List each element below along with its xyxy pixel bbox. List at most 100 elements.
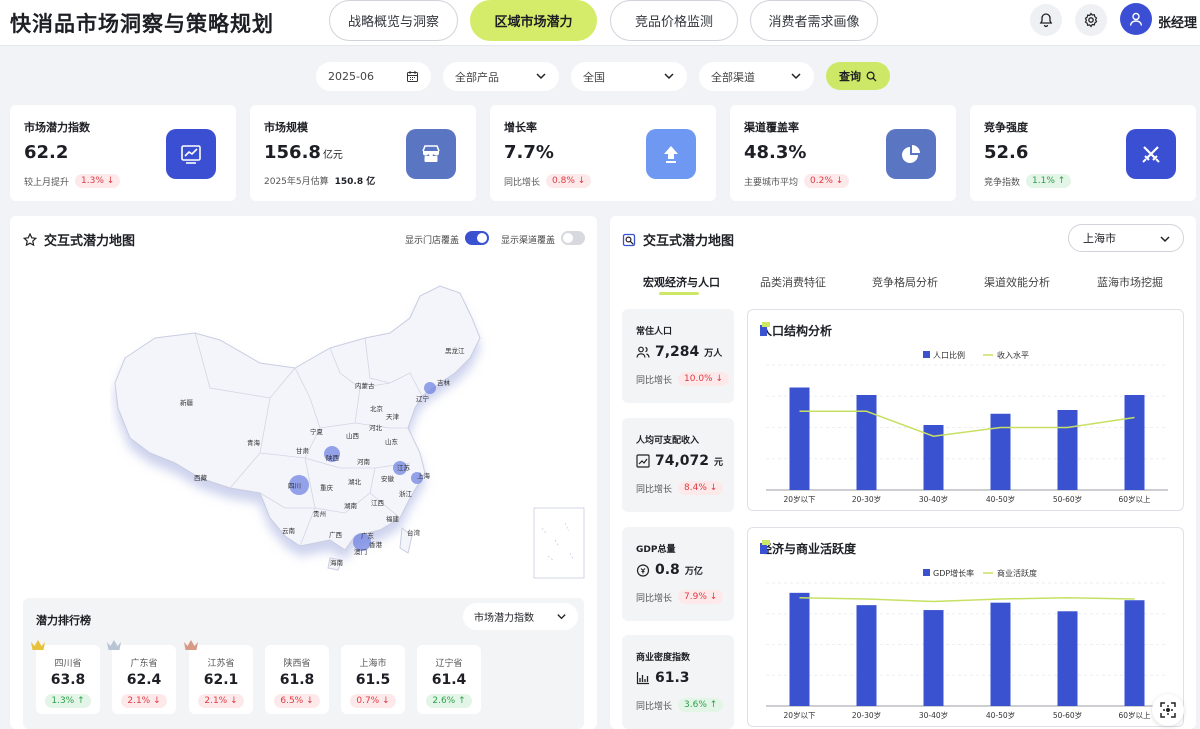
ranking-score: 62.1 — [203, 672, 239, 688]
date-picker[interactable]: 2025-06 — [316, 62, 431, 91]
ranking-card[interactable]: 江苏省 62.1 2.1% ↓ — [184, 640, 253, 714]
store-coverage-toggle[interactable] — [465, 231, 489, 245]
ranking-badge: 6.5% ↓ — [274, 694, 320, 708]
ranking-card[interactable]: 上海市 61.5 0.7% ↓ — [341, 645, 405, 714]
ranking-card[interactable]: 陕西省 61.8 6.5% ↓ — [265, 645, 329, 714]
change-badge: 10.0% ↓ — [678, 372, 730, 386]
ranking-province: 四川省 — [54, 659, 82, 669]
app-title: 快消品市场洞察与策略规划 — [10, 12, 274, 36]
china-map[interactable]: 黑龙江 吉林 辽宁 内蒙古 北京 天津 河北 山西 山东 新疆 宁夏 甘肃 青海… — [110, 278, 590, 583]
query-button[interactable]: 查询 — [826, 62, 890, 90]
province-label: 天津 — [386, 413, 400, 421]
province-label: 海南 — [330, 558, 344, 567]
x-tick-label: 20-30岁 — [852, 710, 881, 720]
province-label: 内蒙古 — [355, 381, 375, 390]
bar-mark — [923, 610, 944, 706]
change-badge: 1.1% ↑ — [1026, 174, 1072, 188]
channel-select-value: 全部渠道 — [711, 70, 755, 84]
metric-card-population: 常住人口 7,284 万人 同比增长 10.0% ↓ — [622, 309, 734, 403]
metric-card-income: 人均可支配收入 74,072 元 同比增长 8.4% ↓ — [622, 418, 734, 512]
region-select[interactable]: 全国 — [571, 62, 687, 91]
product-select-value: 全部产品 — [455, 70, 499, 84]
screenshot-float-button[interactable] — [1152, 694, 1184, 726]
x-tick-label: 40-50岁 — [986, 494, 1015, 504]
map-landmass — [114, 285, 481, 551]
ranking-card[interactable]: 辽宁省 61.4 2.6% ↑ — [417, 645, 481, 714]
map-panel-title: 交互式潜力地图 — [23, 230, 135, 249]
ranking-card[interactable]: 广东省 62.4 2.1% ↓ — [107, 640, 176, 714]
potential-bubble-liaoning[interactable] — [424, 382, 436, 394]
ranking-badge: 1.3% ↑ — [45, 694, 91, 708]
nav-tab-consumer-profile[interactable]: 消费者需求画像 — [750, 0, 878, 41]
legend-label: 人口比例 — [933, 350, 965, 360]
ranking-badge: 2.1% ↓ — [198, 694, 244, 708]
tab-category-consumption[interactable]: 品类消费特征 — [760, 274, 826, 290]
city-select[interactable]: 上海市 — [1068, 224, 1184, 252]
search-icon — [866, 71, 877, 81]
province-label: 重庆 — [320, 483, 334, 492]
tab-blue-ocean[interactable]: 蓝海市场挖掘 — [1097, 274, 1163, 290]
avatar[interactable] — [1120, 3, 1152, 35]
bar-mark — [1057, 410, 1078, 490]
store-icon — [406, 129, 456, 179]
kpi-sub: 2025年5月估算 150.8 亿 — [264, 174, 375, 187]
metric-card-gdp: GDP总量 0.8 万亿 同比增长 7.9% ↓ — [622, 527, 734, 621]
province-label: 贵州 — [313, 509, 326, 518]
nav-tab-strategy-overview[interactable]: 战略概览与洞察 — [329, 0, 458, 41]
crown-silver-icon — [107, 640, 121, 650]
kpi-unit: 亿元 — [322, 150, 343, 161]
chevron-down-icon — [536, 73, 546, 80]
ranking-score: 61.4 — [431, 672, 467, 688]
people-icon — [636, 346, 650, 358]
gear-icon[interactable] — [1075, 4, 1107, 36]
province-label: 湖北 — [348, 477, 362, 486]
change-badge: 3.6% ↑ — [678, 698, 724, 712]
province-label: 甘肃 — [296, 446, 310, 455]
nav-tab-price-monitoring[interactable]: 竞品价格监测 — [610, 0, 738, 41]
metric-sub: 同比增长 8.4% ↓ — [636, 481, 724, 495]
kpi-value: 48.3% — [744, 142, 807, 163]
change-badge: 1.3% ↓ — [75, 174, 121, 188]
bar-mark — [856, 395, 877, 490]
tab-channel-efficiency[interactable]: 渠道效能分析 — [984, 274, 1050, 290]
bell-icon[interactable] — [1030, 4, 1062, 36]
chart-line-icon — [636, 454, 650, 468]
ranking-score: 61.8 — [279, 672, 315, 688]
tab-competition[interactable]: 竞争格局分析 — [872, 274, 938, 290]
detail-panel-title: 交互式潜力地图 — [622, 230, 734, 249]
kpi-card-market-potential: 市场潜力指数 62.2 较上月提升 1.3% ↓ — [10, 105, 236, 201]
user-name[interactable]: 张经理 — [1158, 12, 1197, 31]
province-label: 江苏 — [397, 463, 411, 472]
scan-icon — [1160, 702, 1176, 718]
nav-tab-regional-potential[interactable]: 区域市场潜力 — [470, 0, 597, 41]
x-tick-label: 60岁以上 — [1118, 494, 1151, 504]
ranking-card[interactable]: 四川省 63.8 1.3% ↑ — [31, 640, 100, 714]
x-tick-label: 20岁以下 — [783, 494, 816, 504]
change-badge: 7.9% ↓ — [678, 590, 724, 604]
kpi-sub: 同比增长 0.8% ↓ — [504, 174, 592, 188]
province-label: 云南 — [282, 526, 296, 535]
ranking-province: 辽宁省 — [435, 659, 463, 669]
product-select[interactable]: 全部产品 — [443, 62, 559, 91]
metric-sub: 同比增长 10.0% ↓ — [636, 372, 730, 386]
province-label: 福建 — [386, 514, 400, 523]
change-badge: 8.4% ↓ — [678, 481, 724, 495]
bar-icon — [636, 672, 649, 685]
ranking-select-value: 市场潜力指数 — [474, 613, 534, 624]
kpi-sub: 较上月提升 1.3% ↓ — [24, 174, 121, 188]
x-tick-label: 30-40岁 — [919, 710, 948, 720]
line-series — [799, 597, 1135, 603]
ranking-metric-select[interactable]: 市场潜力指数 — [463, 603, 578, 630]
potential-ranking: 潜力排行榜 市场潜力指数 四川省 63.8 1.3% ↑ 广东省 62.4 2.… — [23, 598, 584, 729]
kpi-value: 62.2 — [24, 142, 69, 163]
metric-title: GDP总量 — [636, 545, 676, 555]
bar-mark — [789, 387, 810, 490]
bar-mark — [1124, 395, 1145, 490]
channel-select[interactable]: 全部渠道 — [699, 62, 814, 91]
kpi-title: 市场规模 — [264, 121, 308, 134]
channel-coverage-toggle[interactable] — [561, 231, 585, 245]
economic-activity-chart: 经济与商业活跃度 GDP增长率 商业活跃度 20岁以下 20-30岁 30-40岁 40-… — [747, 527, 1184, 727]
tab-macro-economy[interactable]: 宏观经济与人口 — [643, 274, 720, 290]
kpi-title: 渠道覆盖率 — [744, 121, 799, 134]
ranking-province: 江苏省 — [207, 659, 235, 669]
